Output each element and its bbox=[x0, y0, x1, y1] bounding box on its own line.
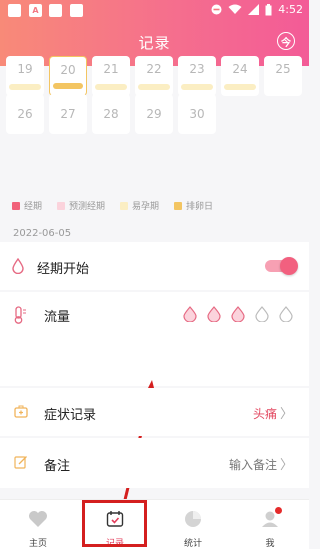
symptoms-label: 症状记录 bbox=[44, 408, 97, 423]
heart-icon bbox=[29, 511, 47, 527]
dnd-icon bbox=[211, 4, 222, 15]
period-start-label: 经期开始 bbox=[37, 262, 90, 277]
drop-icon[interactable] bbox=[279, 306, 293, 322]
tab-stats[interactable]: 统计 bbox=[163, 500, 223, 549]
flow-row: 流量 bbox=[0, 292, 309, 338]
bottom-tab-bar: 主页 记录 统计 我 bbox=[0, 499, 309, 549]
page-title: 记录 bbox=[138, 34, 171, 52]
period-start-toggle[interactable] bbox=[265, 257, 298, 275]
notification-badge bbox=[275, 507, 282, 514]
calendar-day[interactable]: 21 bbox=[92, 56, 130, 96]
flow-label: 流量 bbox=[44, 310, 71, 325]
drop-icon[interactable] bbox=[183, 306, 197, 322]
calendar-day[interactable]: 19 bbox=[6, 56, 44, 96]
legend-item-fertile: 易孕期 bbox=[120, 199, 159, 212]
legend-item-period: 经期 bbox=[12, 199, 42, 212]
calendar-day[interactable]: 26 bbox=[6, 94, 44, 134]
calendar-day[interactable]: 28 bbox=[92, 94, 130, 134]
calendar-day[interactable]: 30 bbox=[178, 94, 216, 134]
notes-row[interactable]: 备注 输入备注 〉 bbox=[0, 438, 309, 488]
notification-icon bbox=[8, 4, 21, 17]
calendar-icon bbox=[106, 511, 124, 527]
tab-record[interactable]: 记录 bbox=[85, 500, 145, 549]
signal-icon bbox=[248, 4, 260, 15]
flow-selector bbox=[183, 306, 293, 322]
calendar-day[interactable]: 23 bbox=[178, 56, 216, 96]
drop-icon[interactable] bbox=[207, 306, 221, 322]
selected-date: 2022-06-05 bbox=[13, 228, 72, 239]
tab-home[interactable]: 主页 bbox=[8, 500, 68, 549]
calendar-day[interactable]: 22 bbox=[135, 56, 173, 96]
battery-icon bbox=[265, 3, 272, 15]
status-bar: A 4:52 bbox=[0, 0, 309, 22]
notes-input[interactable]: 输入备注 bbox=[229, 456, 277, 473]
thermometer-icon bbox=[14, 306, 26, 324]
calendar-day[interactable]: 29 bbox=[135, 94, 173, 134]
medkit-icon bbox=[14, 405, 28, 418]
legend-item-ovulation: 排卵日 bbox=[174, 199, 213, 212]
today-button[interactable]: 今 bbox=[277, 32, 295, 50]
period-start-row: 经期开始 bbox=[0, 242, 309, 290]
drop-icon[interactable] bbox=[255, 306, 269, 322]
clock: 4:52 bbox=[278, 3, 303, 16]
symptoms-value: 头痛 bbox=[252, 407, 277, 421]
calendar-legend: 经期 预测经期 易孕期 排卵日 bbox=[12, 199, 213, 212]
calendar-day[interactable]: 24 bbox=[221, 56, 259, 96]
notification-icon bbox=[70, 4, 83, 17]
legend-item-predicted-period: 预测经期 bbox=[57, 199, 105, 212]
app-notification-icon: A bbox=[29, 4, 42, 17]
pie-chart-icon bbox=[185, 511, 201, 527]
notes-label: 备注 bbox=[44, 459, 71, 474]
calendar-day[interactable]: 20 bbox=[49, 56, 87, 96]
symptoms-row[interactable]: 症状记录 头痛 〉 bbox=[0, 388, 309, 436]
drop-icon[interactable] bbox=[231, 306, 245, 322]
notification-icon bbox=[49, 4, 62, 17]
drop-icon bbox=[12, 258, 24, 274]
chevron-right-icon: 〉 bbox=[279, 407, 293, 422]
wifi-icon bbox=[228, 4, 242, 14]
calendar-day[interactable]: 27 bbox=[49, 94, 87, 134]
chevron-right-icon: 〉 bbox=[279, 458, 293, 473]
tab-me[interactable]: 我 bbox=[240, 500, 300, 549]
calendar-day[interactable]: 25 bbox=[264, 56, 302, 96]
edit-icon bbox=[14, 456, 27, 469]
